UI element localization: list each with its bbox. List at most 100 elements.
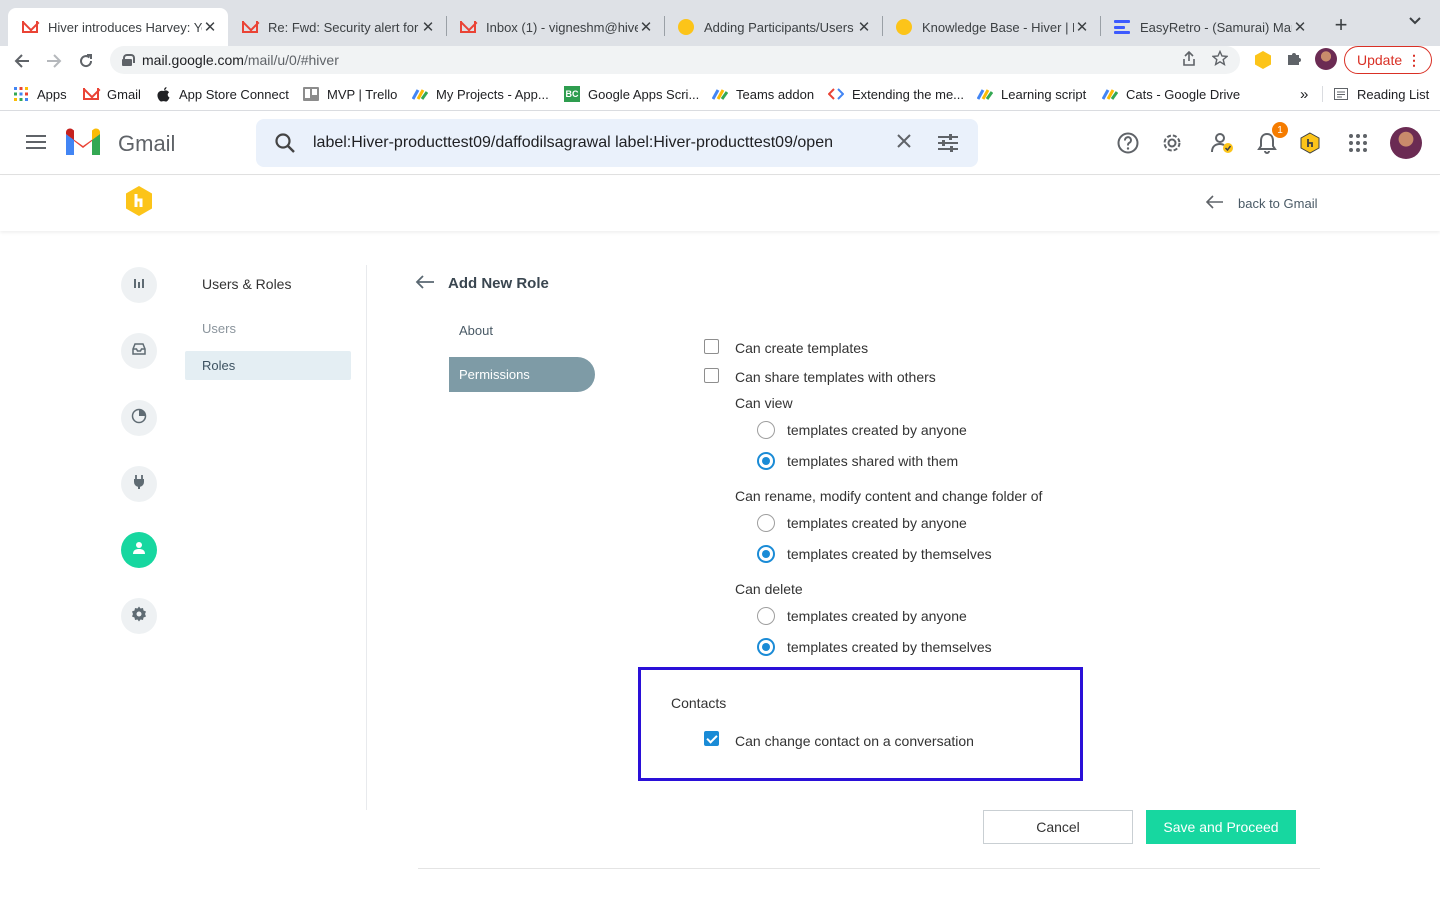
address-bar[interactable]: mail.google.com/mail/u/0/#hiver	[110, 46, 1240, 74]
chevron-down-icon[interactable]	[1408, 14, 1422, 29]
save-and-proceed-button[interactable]: Save and Proceed	[1146, 810, 1296, 844]
reading-list[interactable]: Reading List	[1333, 86, 1429, 102]
bookmarks-bar: Apps Gmail App Store Connect MVP | Trell…	[0, 80, 1440, 108]
create-templates-checkbox[interactable]	[704, 339, 719, 354]
hiver-extension-icon[interactable]	[1254, 50, 1272, 75]
rail-integrations-button[interactable]	[121, 466, 157, 502]
forward-arrow-icon[interactable]	[41, 48, 67, 74]
hiver-logo-icon[interactable]	[125, 185, 153, 217]
view-shared-label: templates shared with them	[787, 453, 959, 469]
hiver-shield-icon[interactable]	[1298, 131, 1322, 155]
search-options-icon[interactable]	[936, 133, 960, 158]
star-icon[interactable]	[1211, 49, 1229, 70]
bookmark-cats-drive[interactable]: Cats - Google Drive	[1102, 86, 1240, 102]
gmail-icon	[83, 86, 99, 102]
browser-tab[interactable]: Re: Fwd: Security alert for t ✕	[228, 8, 446, 46]
bookmark-label: Teams addon	[736, 86, 815, 102]
view-anyone-radio[interactable]	[757, 421, 775, 439]
delete-themselves-label: templates created by themselves	[787, 639, 992, 655]
step-permissions[interactable]: Permissions	[449, 357, 595, 392]
bookmark-teams-addon[interactable]: Teams addon	[712, 86, 814, 102]
puzzle-icon[interactable]	[1285, 50, 1303, 73]
browser-tab[interactable]: EasyRetro - (Samurai) Marc ✕	[1100, 8, 1318, 46]
search-icon[interactable]	[274, 132, 296, 159]
subnav-item-users[interactable]: Users	[185, 314, 351, 343]
modify-themselves-radio[interactable]	[757, 545, 775, 563]
rail-users-button[interactable]	[121, 532, 157, 568]
close-icon[interactable]: ✕	[638, 18, 654, 36]
overflow-chevron-icon: »	[1300, 86, 1309, 103]
notification-count-badge: 1	[1272, 122, 1288, 138]
share-templates-checkbox[interactable]	[704, 368, 719, 383]
back-to-gmail-link[interactable]: back to Gmail	[1205, 193, 1318, 214]
bookmark-google-apps-script[interactable]: BC Google Apps Scri...	[564, 86, 699, 102]
share-icon[interactable]	[1182, 50, 1196, 71]
reading-list-label: Reading List	[1357, 86, 1430, 102]
rail-analytics-button[interactable]	[121, 267, 157, 303]
delete-themselves-radio[interactable]	[757, 638, 775, 656]
browser-tab[interactable]: Inbox (1) - vigneshm@hiver ✕	[446, 8, 664, 46]
inbox-icon	[132, 342, 146, 360]
tab-title: Inbox (1) - vigneshm@hiver	[486, 19, 638, 35]
bookmark-app-store-connect[interactable]: App Store Connect	[155, 86, 289, 102]
modify-themselves-label: templates created by themselves	[787, 546, 992, 562]
back-arrow-icon[interactable]	[9, 48, 35, 74]
reload-icon[interactable]	[73, 48, 99, 74]
modify-anyone-radio[interactable]	[757, 514, 775, 532]
rail-inbox-button[interactable]	[121, 333, 157, 369]
update-button[interactable]: Update ⋮	[1344, 46, 1432, 74]
can-view-heading: Can view	[735, 395, 793, 411]
trello-icon	[303, 86, 319, 102]
bookmark-label: Gmail	[107, 86, 141, 102]
clear-search-icon[interactable]	[892, 129, 916, 160]
view-anyone-label: templates created by anyone	[787, 422, 967, 438]
close-icon[interactable]: ✕	[856, 18, 872, 36]
subnav-item-roles[interactable]: Roles	[185, 351, 351, 380]
browser-toolbar: mail.google.com/mail/u/0/#hiver Update ⋮	[0, 46, 1440, 76]
bookmarks-overflow[interactable]: »	[1300, 86, 1308, 103]
account-avatar[interactable]	[1390, 127, 1422, 159]
rail-reports-button[interactable]	[121, 400, 157, 436]
bookmark-apps[interactable]: Apps	[13, 86, 67, 102]
bookmark-trello[interactable]: MVP | Trello	[303, 86, 397, 102]
apps-script-icon	[412, 86, 428, 102]
close-icon[interactable]: ✕	[202, 18, 218, 36]
browser-tab[interactable]: Hiver introduces Harvey: Yo ✕	[8, 8, 228, 46]
close-icon[interactable]: ✕	[1074, 18, 1090, 36]
rail-settings-button[interactable]	[121, 598, 157, 634]
update-label: Update	[1357, 52, 1403, 68]
close-icon[interactable]: ✕	[1292, 18, 1308, 36]
tab-title: Adding Participants/Users t	[704, 19, 856, 35]
search-bar[interactable]: label:Hiver-producttest09/daffodilsagraw…	[256, 119, 978, 167]
view-shared-radio[interactable]	[757, 452, 775, 470]
help-icon[interactable]	[1116, 131, 1140, 155]
delete-anyone-radio[interactable]	[757, 607, 775, 625]
change-contact-checkbox[interactable]	[704, 731, 719, 746]
close-icon[interactable]: ✕	[420, 18, 436, 36]
modify-anyone-label: templates created by anyone	[787, 515, 967, 531]
back-arrow-icon[interactable]	[415, 273, 435, 296]
google-apps-icon[interactable]	[1346, 131, 1370, 155]
new-tab-icon[interactable]: +	[1330, 12, 1352, 38]
bookmark-gmail[interactable]: Gmail	[83, 86, 141, 102]
apps-grid-icon	[13, 86, 29, 102]
browser-tab[interactable]: Knowledge Base - Hiver | M ✕	[882, 8, 1100, 46]
gmail-logo-icon[interactable]	[64, 128, 102, 156]
user-status-icon[interactable]	[1211, 131, 1235, 155]
back-to-gmail-label: back to Gmail	[1238, 196, 1318, 211]
browser-tab[interactable]: Adding Participants/Users t ✕	[664, 8, 882, 46]
bookmark-learning-script[interactable]: Learning script	[977, 86, 1086, 102]
bookmark-my-projects[interactable]: My Projects - App...	[412, 86, 549, 102]
profile-avatar[interactable]	[1315, 48, 1337, 70]
settings-gear-icon[interactable]	[1160, 131, 1184, 155]
plug-icon	[133, 474, 145, 495]
search-input[interactable]: label:Hiver-producttest09/daffodilsagraw…	[313, 134, 833, 152]
share-templates-label: Can share templates with others	[735, 369, 936, 385]
more-vert-icon: ⋮	[1407, 52, 1421, 68]
bookmark-extending[interactable]: Extending the me...	[828, 86, 964, 102]
cancel-button[interactable]: Cancel	[983, 810, 1133, 844]
arrow-left-icon	[1205, 193, 1224, 214]
step-about[interactable]: About	[449, 313, 595, 348]
page-title: Add New Role	[448, 275, 549, 292]
main-menu-icon[interactable]	[26, 135, 46, 149]
